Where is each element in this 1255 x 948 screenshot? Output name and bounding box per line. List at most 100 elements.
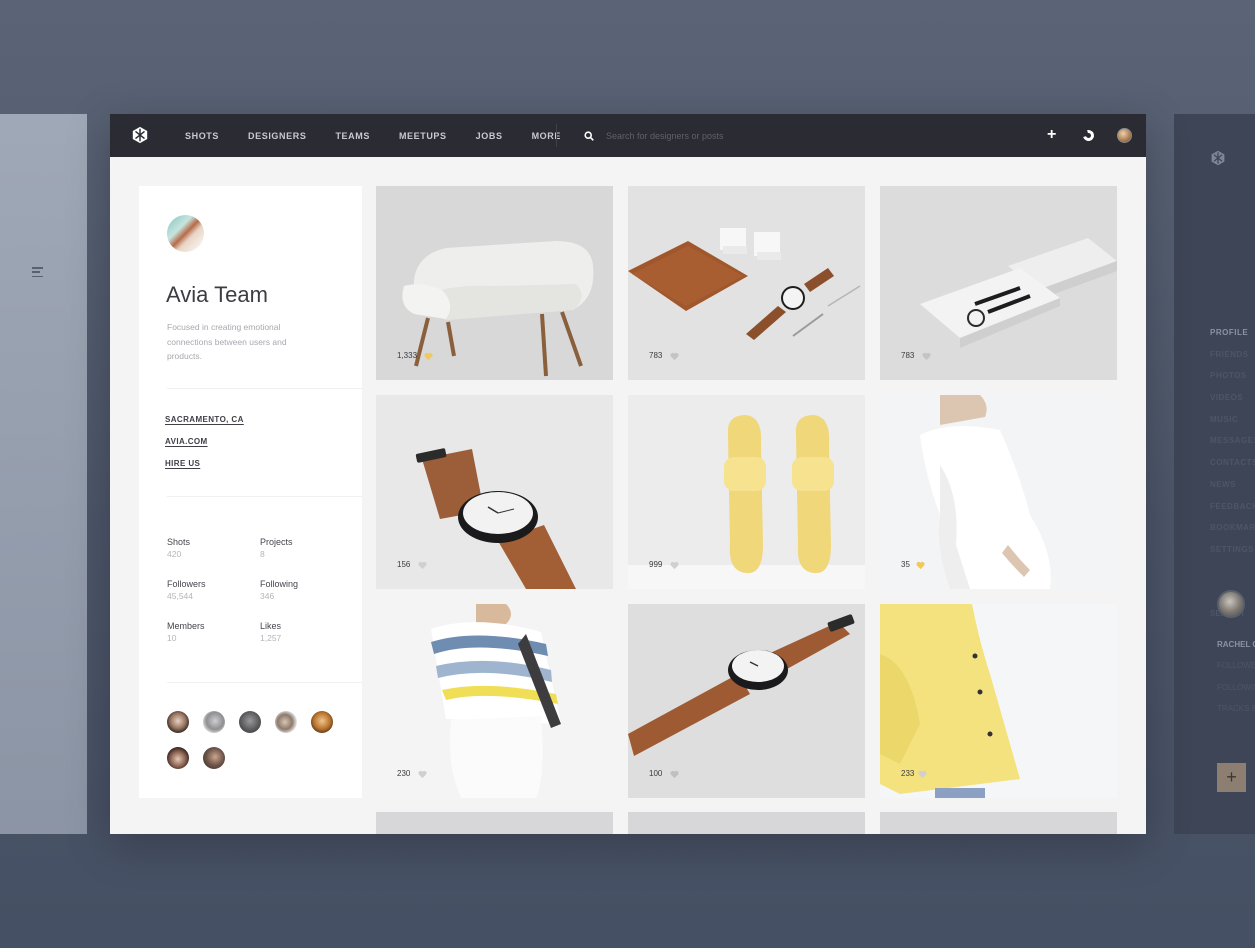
logo-icon (1211, 150, 1225, 166)
like-count: 783 (649, 351, 663, 360)
notifications-ring-icon[interactable] (1080, 127, 1097, 144)
shot-tile[interactable]: 1,333 (376, 186, 613, 380)
watch-image (376, 395, 613, 589)
stat-value: 1,257 (260, 633, 282, 643)
team-name: Avia Team (166, 282, 268, 307)
like-count: 999 (649, 560, 663, 569)
drawer-item-news[interactable]: NEWS (1210, 480, 1255, 502)
member-avatar[interactable] (203, 711, 225, 733)
member-avatar[interactable] (167, 711, 189, 733)
heart-icon[interactable] (424, 352, 433, 361)
team-stats: Shots 420 Projects 8 Followers 45,544 Fo… (167, 536, 347, 645)
like-count: 35 (901, 560, 910, 569)
shot-tile[interactable]: 100 (628, 604, 865, 798)
nav-teams[interactable]: TEAMS (335, 131, 370, 141)
shot-tile[interactable]: 156 (376, 395, 613, 589)
drawer-item-profile[interactable]: PROFILE (1210, 328, 1255, 350)
drawer-item-friends[interactable]: FRIENDS (1210, 350, 1255, 372)
divider (167, 496, 362, 497)
shot-tile[interactable]: 999 (628, 395, 865, 589)
member-avatar[interactable] (203, 747, 225, 769)
drawer-item-settings[interactable]: SETTINGS (1210, 545, 1255, 567)
add-shot-plus-icon[interactable]: + (1047, 126, 1056, 144)
like-count: 100 (649, 769, 663, 778)
heart-icon[interactable] (922, 352, 931, 361)
drawer-user-avatar (1217, 590, 1245, 618)
shot-tile[interactable]: 233 (880, 604, 1117, 798)
heart-icon[interactable] (670, 352, 679, 361)
drawer-user-name: RACHEL C (1217, 640, 1255, 649)
team-profile-card: Avia Team Focused in creating emotional … (139, 186, 362, 798)
striped-top-image (376, 604, 613, 798)
main-nav: SHOTS DESIGNERS TEAMS MEETUPS JOBS MORE (185, 114, 590, 157)
location-link[interactable]: SACRAMENTO, CA (165, 415, 244, 437)
website-link[interactable]: AVIA.COM (165, 437, 244, 459)
shot-tile[interactable]: 783 (628, 186, 865, 380)
team-description: Focused in creating emotional connection… (167, 322, 287, 361)
top-navigation-bar: SHOTS DESIGNERS TEAMS MEETUPS JOBS MORE … (110, 114, 1146, 157)
drawer-add-button[interactable]: + (1217, 763, 1246, 792)
right-drawer-panel: PROFILE FRIENDS PHOTOS VIDEOS MUSIC MESS… (1174, 114, 1255, 834)
logo-icon[interactable] (131, 126, 149, 144)
heart-icon[interactable] (418, 770, 427, 779)
watch-box-image (880, 186, 1117, 380)
shot-tile[interactable]: 230 (376, 604, 613, 798)
drawer-item-messages[interactable]: MESSAGES (1210, 436, 1255, 458)
stat-value: 10 (167, 633, 177, 643)
nav-jobs[interactable]: JOBS (476, 131, 503, 141)
drawer-item-feedback[interactable]: FEEDBACK (1210, 502, 1255, 524)
drawer-user-following: FOLLOWING (1217, 683, 1255, 692)
drawer-item-music[interactable]: MUSIC (1210, 415, 1255, 437)
shot-tile[interactable]: 783 (880, 186, 1117, 380)
stat-label: Shots (167, 537, 191, 547)
stat-projects[interactable]: Projects 8 (260, 536, 347, 561)
stat-following[interactable]: Following 346 (260, 578, 347, 603)
user-avatar[interactable] (1117, 128, 1132, 143)
leather-accessories-image (628, 186, 865, 380)
search-input[interactable] (606, 128, 846, 144)
shot-tile-partial[interactable] (880, 812, 1117, 834)
drawer-item-videos[interactable]: VIDEOS (1210, 393, 1255, 415)
heart-icon[interactable] (918, 770, 927, 779)
app-window: SHOTS DESIGNERS TEAMS MEETUPS JOBS MORE … (110, 114, 1146, 834)
nav-meetups[interactable]: MEETUPS (399, 131, 447, 141)
stat-members[interactable]: Members 10 (167, 620, 260, 645)
member-avatar[interactable] (311, 711, 333, 733)
member-avatar[interactable] (167, 747, 189, 769)
hire-us-link[interactable]: HIRE US (165, 459, 244, 481)
heart-icon[interactable] (670, 561, 679, 570)
drawer-item-contacts[interactable]: CONTACTS (1210, 458, 1255, 480)
drawer-item-photos[interactable]: PHOTOS (1210, 371, 1255, 393)
heart-icon[interactable] (418, 561, 427, 570)
stat-label: Followers (167, 579, 206, 589)
stat-label: Members (167, 621, 205, 631)
divider (167, 682, 362, 683)
stat-label: Following (260, 579, 299, 589)
stat-value: 8 (260, 549, 265, 559)
stat-value: 45,544 (167, 591, 193, 601)
team-avatar (167, 215, 204, 252)
heart-icon[interactable] (670, 770, 679, 779)
heart-icon[interactable] (916, 561, 925, 570)
member-avatar[interactable] (275, 711, 297, 733)
shot-tile-partial[interactable] (376, 812, 613, 834)
nav-shots[interactable]: SHOTS (185, 131, 219, 141)
left-drawer-panel (0, 114, 87, 834)
stat-likes[interactable]: Likes 1,257 (260, 620, 347, 645)
team-links: SACRAMENTO, CA AVIA.COM HIRE US (165, 415, 244, 481)
stat-label: Projects (260, 537, 293, 547)
divider (167, 388, 362, 389)
like-count: 783 (901, 351, 915, 360)
nav-divider (556, 124, 557, 147)
nav-designers[interactable]: DESIGNERS (248, 131, 306, 141)
shot-tile[interactable]: 35 (880, 395, 1117, 589)
like-count: 156 (397, 560, 411, 569)
search-icon[interactable] (584, 131, 594, 141)
drawer-item-bookmarks[interactable]: BOOKMARKS (1210, 523, 1255, 545)
stat-shots[interactable]: Shots 420 (167, 536, 260, 561)
member-avatar[interactable] (239, 711, 261, 733)
shot-tile-partial[interactable] (628, 812, 865, 834)
menu-icon[interactable] (32, 267, 43, 277)
like-count: 233 (901, 769, 915, 778)
stat-followers[interactable]: Followers 45,544 (167, 578, 260, 603)
